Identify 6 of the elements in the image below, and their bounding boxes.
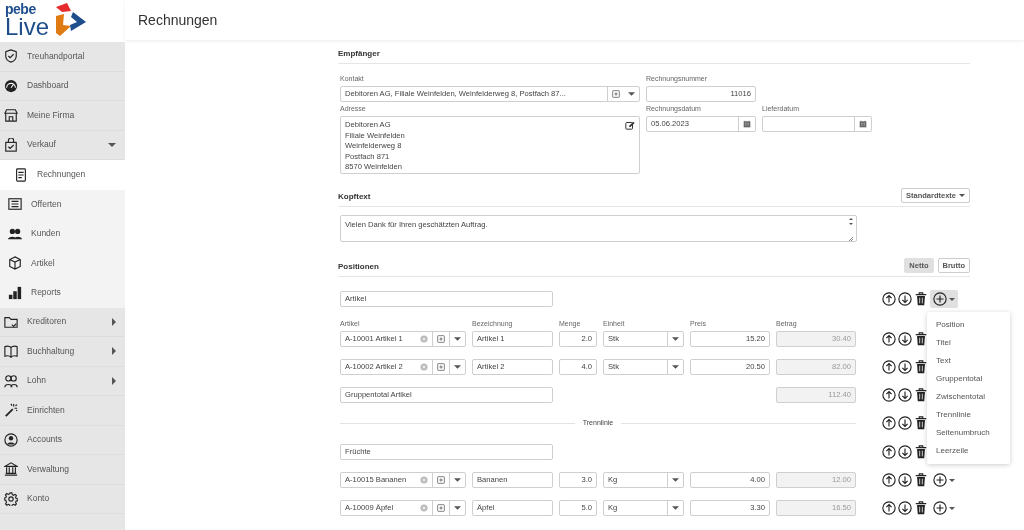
logo-text: Live: [5, 16, 50, 38]
section-title: Empfänger: [338, 48, 380, 60]
section-title: Positionen: [338, 261, 379, 273]
page-title: Rechnungen: [125, 0, 1024, 40]
logo-text: pebe: [5, 2, 37, 16]
section-title: Kopftext: [338, 191, 371, 203]
